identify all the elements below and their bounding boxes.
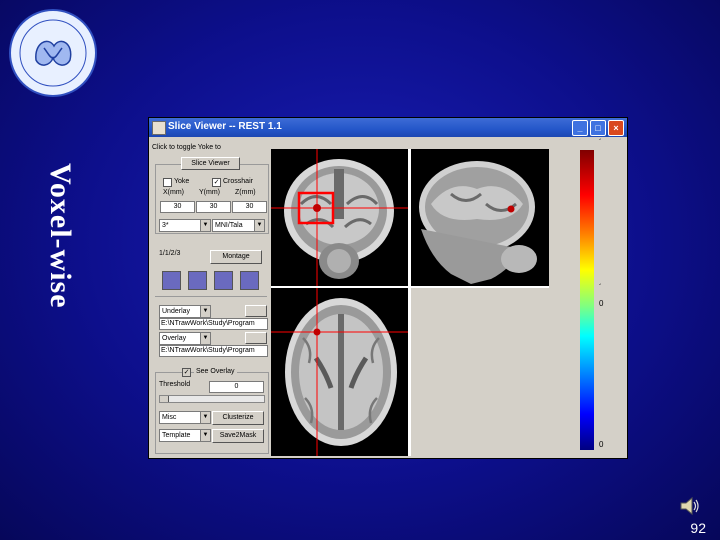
template-dropdown[interactable]: Template ▼	[159, 429, 211, 442]
slice-viewer-group-title[interactable]: Slice Viewer	[181, 157, 240, 170]
overlay-path-field[interactable]: E:\NTrawWork\Study\Program	[159, 345, 268, 357]
maximize-button[interactable]: □	[590, 120, 606, 136]
threshold-field[interactable]: 0	[209, 381, 264, 393]
underlay-label: Underlay	[162, 308, 191, 315]
see-overlay-checkbox[interactable]: ✓	[182, 368, 191, 377]
chevron-down-icon: ▼	[200, 220, 210, 231]
image-viewer[interactable]	[271, 149, 549, 456]
space-dropdown[interactable]: MNI/Tala ▼	[212, 219, 265, 232]
slider-handle[interactable]	[160, 396, 169, 402]
transverse-view-thumbnail[interactable]	[162, 271, 181, 290]
app-icon	[152, 121, 166, 135]
z-coord-field[interactable]: 30	[232, 201, 267, 213]
control-panel: Click to toggle Yoke to Slice Viewer Yok…	[149, 137, 269, 458]
window-titlebar[interactable]: Slice Viewer -- REST 1.1 _ □ ×	[149, 118, 627, 137]
colorbar-zero-top: 0	[599, 299, 604, 308]
divider	[155, 296, 267, 297]
chevron-down-icon: ▼	[200, 430, 210, 441]
coronal-view-thumbnail[interactable]	[214, 271, 233, 290]
orthogonal-view-thumbnail[interactable]	[240, 271, 259, 290]
misc-value: Misc	[162, 414, 177, 421]
speaker-icon[interactable]	[679, 496, 701, 516]
slice-viewer-window: Slice Viewer -- REST 1.1 _ □ × Click to …	[149, 118, 627, 458]
university-logo	[9, 9, 97, 97]
overlay-dropdown[interactable]: Overlay ▼	[159, 332, 211, 345]
save2mask-button[interactable]: Save2Mask	[212, 429, 264, 443]
chevron-down-icon: ▼	[200, 412, 210, 423]
sagittal-slice[interactable]	[411, 149, 549, 286]
x-coord-field[interactable]: 30	[160, 201, 195, 213]
misc-dropdown[interactable]: Misc ▼	[159, 411, 211, 424]
colorbar-top-tick: ´	[599, 138, 602, 147]
colorbar	[580, 150, 594, 450]
clusterize-button[interactable]: Clusterize	[212, 411, 264, 425]
coronal-slice[interactable]	[271, 149, 408, 286]
underlay-browse-button[interactable]	[245, 305, 267, 317]
display-mode-label: 1/1/2/3	[159, 250, 181, 257]
page-number: 92	[690, 520, 706, 536]
underlay-path-field[interactable]: E:\NTrawWork\Study\Program	[159, 318, 268, 330]
see-overlay-label: See Overlay	[194, 368, 237, 375]
empty-view	[411, 288, 549, 456]
yoke-checkbox[interactable]	[163, 178, 172, 187]
overlay-browse-button[interactable]	[245, 332, 267, 344]
crosshair-checkbox[interactable]: ✓	[212, 178, 221, 187]
crosshair-label: Crosshair	[223, 178, 253, 185]
minimize-button[interactable]: _	[572, 120, 588, 136]
z-coord-label: Z(mm)	[235, 189, 256, 196]
overlay-label: Overlay	[162, 335, 187, 342]
chevron-down-icon: ▼	[254, 220, 264, 231]
chevron-down-icon: ▼	[200, 333, 210, 344]
orientation-value: 3*	[162, 222, 169, 229]
y-coord-label: Y(mm)	[199, 189, 220, 196]
orientation-dropdown[interactable]: 3* ▼	[159, 219, 211, 232]
colorbar-zero-bottom: 0	[599, 440, 604, 449]
slide-title: Voxel-wise	[44, 163, 77, 309]
montage-button[interactable]: Montage	[210, 250, 262, 264]
space-value: MNI/Tala	[215, 222, 243, 229]
y-coord-field[interactable]: 30	[196, 201, 231, 213]
window-title: Slice Viewer -- REST 1.1	[168, 121, 282, 132]
chevron-down-icon: ▼	[200, 306, 210, 317]
sagittal-view-thumbnail[interactable]	[188, 271, 207, 290]
x-coord-label: X(mm)	[163, 189, 184, 196]
underlay-dropdown[interactable]: Underlay ▼	[159, 305, 211, 318]
close-button[interactable]: ×	[608, 120, 624, 136]
colorbar-mid-tick: ´	[599, 283, 602, 292]
threshold-slider[interactable]	[159, 395, 265, 403]
axial-slice[interactable]	[271, 288, 408, 456]
template-value: Template	[162, 432, 191, 439]
threshold-label: Threshold	[159, 381, 191, 388]
yoke-label: Yoke	[174, 178, 190, 185]
toggle-hint: Click to toggle Yoke to	[152, 144, 221, 151]
